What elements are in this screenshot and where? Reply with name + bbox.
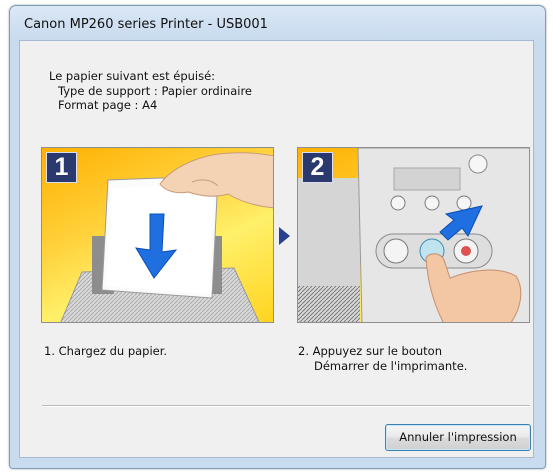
message-line-3: Format page : A4 — [58, 98, 158, 112]
error-message: Le papier suivant est épuisé: Type de su… — [49, 69, 252, 113]
printer-dialog-window: Canon MP260 series Printer - USB001 Le p… — [9, 5, 546, 469]
window-title: Canon MP260 series Printer - USB001 — [24, 17, 268, 32]
next-step-arrow-icon — [279, 227, 290, 245]
message-line-2: Type de support : Papier ordinaire — [58, 83, 252, 98]
title-bar[interactable]: Canon MP260 series Printer - USB001 — [10, 6, 545, 40]
step-1-illustration: 1 — [41, 147, 274, 323]
step-2-illustration: 2 — [297, 147, 530, 323]
cancel-printing-button[interactable]: Annuler l'impression — [385, 424, 531, 451]
dialog-body: Le papier suivant est épuisé: Type de su… — [19, 40, 534, 458]
step-1-caption-line: 1. Chargez du papier. — [44, 344, 168, 358]
step-2-caption: 2. Appuyez sur le bouton Démarrer de l'i… — [298, 344, 467, 374]
step-2-badge: 2 — [302, 152, 333, 183]
step-1-badge: 1 — [46, 152, 77, 183]
message-line-1: Le papier suivant est épuisé: — [49, 69, 216, 83]
step-1-caption: 1. Chargez du papier. — [44, 344, 167, 359]
step-2-caption-line-2: Démarrer de l'imprimante. — [314, 359, 468, 373]
separator-line — [42, 405, 530, 407]
step-2-caption-line-1: 2. Appuyez sur le bouton — [298, 344, 443, 358]
